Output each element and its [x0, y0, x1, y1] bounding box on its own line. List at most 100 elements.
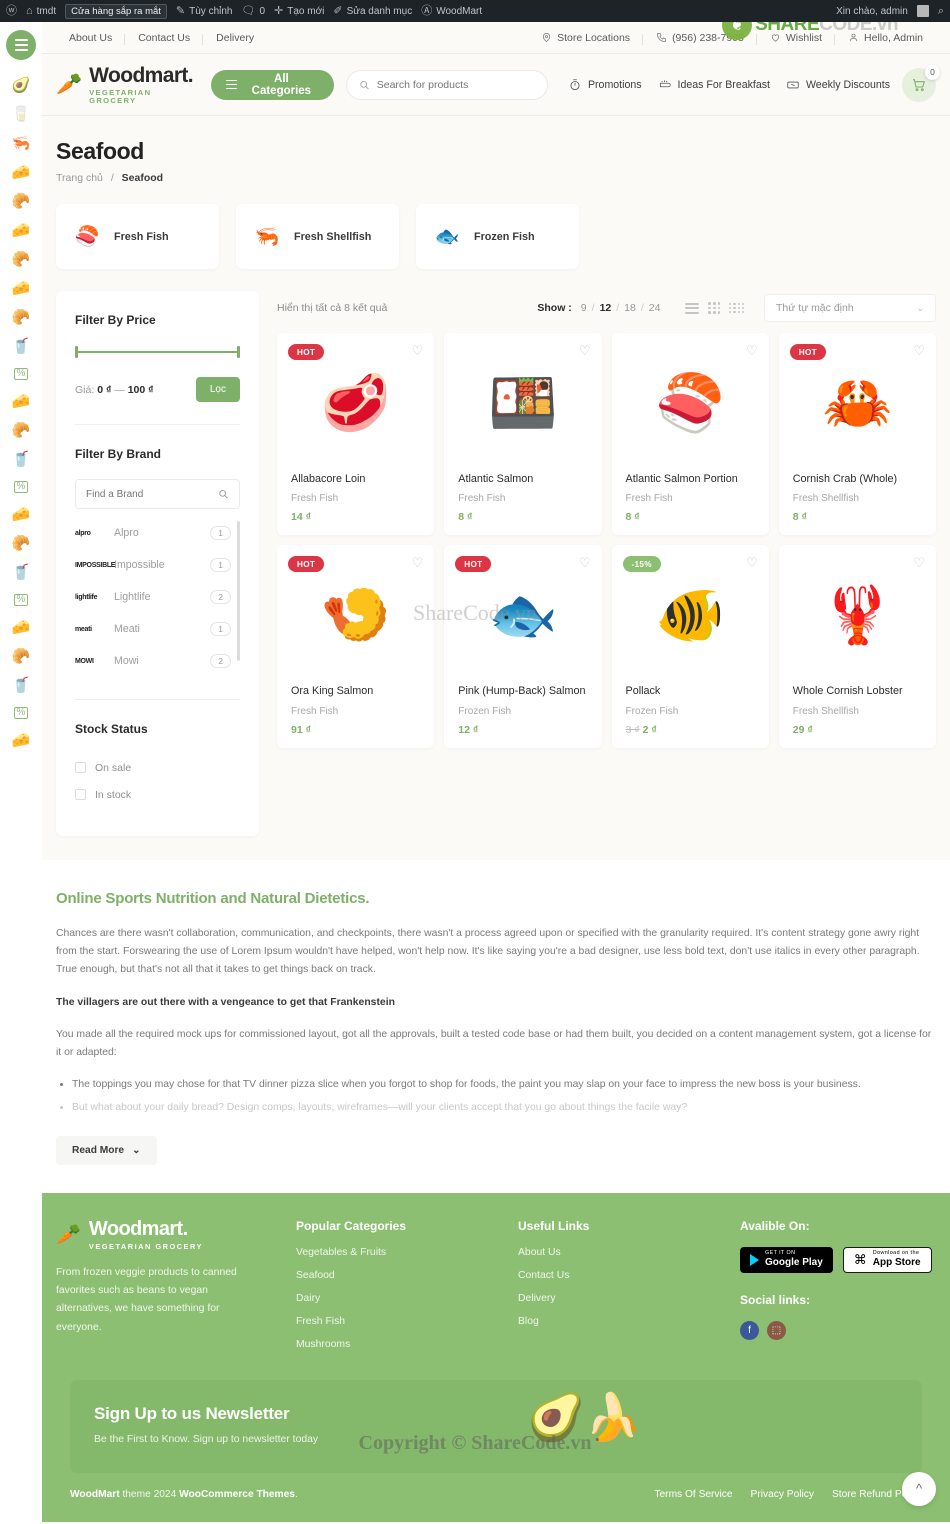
- product-name[interactable]: Pink (Hump-Back) Salmon: [458, 685, 587, 698]
- subcategory-fresh-shellfish[interactable]: 🦐 Fresh Shellfish: [236, 204, 399, 269]
- wishlist-heart-icon[interactable]: ♡: [412, 555, 424, 571]
- price-slider-min-handle[interactable]: [75, 346, 78, 358]
- topbar-link-contact-us[interactable]: Contact Us: [125, 32, 204, 45]
- wishlist-link[interactable]: Wishlist: [757, 32, 836, 45]
- checkbox-icon[interactable]: [75, 762, 86, 773]
- croissant-icon[interactable]: 🥐: [12, 649, 31, 664]
- product-category[interactable]: Frozen Fish: [626, 706, 755, 717]
- nav-weekly-discounts[interactable]: Weekly Discounts: [786, 78, 890, 92]
- cheese-icon[interactable]: 🧀: [12, 223, 31, 238]
- brand-list[interactable]: alpro Alpro 1 IMPOSSIBLE Impossible 1 li…: [75, 517, 240, 677]
- sale-tag-icon[interactable]: %: [13, 481, 29, 493]
- admin-bar-search-icon[interactable]: ⌕: [938, 5, 944, 17]
- wishlist-heart-icon[interactable]: ♡: [913, 555, 925, 571]
- brand-item-lightlife[interactable]: lightlife Lightlife 2: [75, 581, 240, 613]
- product-name[interactable]: Atlantic Salmon Portion: [626, 473, 755, 486]
- avocado-icon[interactable]: 🥑: [12, 78, 31, 93]
- product-name[interactable]: Ora King Salmon: [291, 685, 420, 698]
- wishlist-heart-icon[interactable]: ♡: [579, 555, 591, 571]
- site-logo[interactable]: 🥕 Woodmart. VEGETARIAN GROCERY: [56, 65, 199, 104]
- product-card[interactable]: HOT ♡ 🍤 Ora King Salmon Fresh Fish 91 ₫: [277, 545, 435, 748]
- product-card[interactable]: -15% ♡ 🐠 Pollack Frozen Fish 3 ₫ 2 ₫: [611, 545, 769, 748]
- product-name[interactable]: Cornish Crab (Whole): [793, 473, 922, 486]
- show-option-24[interactable]: 24: [644, 302, 666, 314]
- product-category[interactable]: Fresh Shellfish: [793, 706, 922, 717]
- footer-privacy-policy[interactable]: Privacy Policy: [751, 1489, 814, 1500]
- price-slider-max-handle[interactable]: [237, 346, 240, 358]
- admin-bar-site[interactable]: ⌂ tmdt: [26, 5, 56, 17]
- search-input[interactable]: [376, 78, 535, 91]
- brand-search-input[interactable]: [86, 488, 213, 500]
- shrimp-icon[interactable]: 🦐: [12, 136, 31, 151]
- admin-bar-theme[interactable]: Ⓐ WoodMart: [421, 5, 482, 17]
- cheese-icon[interactable]: 🧀: [12, 281, 31, 296]
- topbar-link-about-us[interactable]: About Us: [56, 32, 126, 45]
- product-name[interactable]: Whole Cornish Lobster: [793, 685, 922, 698]
- admin-bar-customize[interactable]: ✎ Tùy chỉnh: [176, 5, 233, 17]
- brand-item-mowi[interactable]: MOWI Mowi 2: [75, 645, 240, 677]
- breadcrumb-home[interactable]: Trang chủ: [56, 172, 103, 184]
- price-range-slider[interactable]: [75, 345, 240, 359]
- product-category[interactable]: Frozen Fish: [458, 706, 587, 717]
- store-locations-link[interactable]: Store Locations: [528, 32, 644, 45]
- cart-widget[interactable]: 0: [902, 64, 940, 102]
- instagram-icon[interactable]: ⬚: [767, 1320, 786, 1340]
- cheese-icon[interactable]: 🧀: [12, 733, 31, 748]
- product-card[interactable]: ♡ 🍣 Atlantic Salmon Portion Fresh Fish 8…: [611, 333, 769, 536]
- all-categories-button[interactable]: All Categories: [210, 69, 334, 100]
- coming-soon-pill[interactable]: Cửa hàng sắp ra mắt: [65, 3, 167, 19]
- product-card[interactable]: ♡ 🦞 Whole Cornish Lobster Fresh Shellfis…: [778, 545, 936, 748]
- footer-link-contact-us[interactable]: Contact Us: [518, 1270, 740, 1281]
- hamburger-menu-icon[interactable]: [6, 30, 36, 60]
- footer-logo[interactable]: 🥕 Woodmart. VEGETARIAN GROCERY: [56, 1219, 296, 1250]
- admin-avatar[interactable]: [916, 5, 929, 17]
- croissant-icon[interactable]: 🥐: [12, 536, 31, 551]
- product-name[interactable]: Allabacore Loin: [291, 473, 420, 486]
- wishlist-heart-icon[interactable]: ♡: [913, 343, 925, 359]
- product-category[interactable]: Fresh Fish: [291, 706, 420, 717]
- read-more-button[interactable]: Read More ⌄: [56, 1135, 157, 1165]
- croissant-icon[interactable]: 🥐: [12, 252, 31, 267]
- wishlist-heart-icon[interactable]: ♡: [579, 343, 591, 359]
- footer-link-mushrooms[interactable]: Mushrooms: [296, 1339, 518, 1350]
- croissant-icon[interactable]: 🥐: [12, 194, 31, 209]
- drink-icon[interactable]: 🥤: [12, 452, 31, 467]
- apply-price-filter-button[interactable]: Lọc: [195, 377, 240, 402]
- brand-search-box[interactable]: [75, 479, 240, 509]
- show-option-18[interactable]: 18: [619, 302, 641, 314]
- footer-terms-of-service[interactable]: Terms Of Service: [654, 1489, 732, 1500]
- stock-filter-on-sale[interactable]: On sale: [75, 754, 240, 781]
- product-category[interactable]: Fresh Fish: [458, 493, 587, 504]
- account-link[interactable]: Hello, Admin: [835, 32, 936, 44]
- topbar-link-delivery[interactable]: Delivery: [203, 32, 267, 44]
- cheese-icon[interactable]: 🧀: [12, 165, 31, 180]
- search-box[interactable]: [345, 69, 548, 100]
- drink-icon[interactable]: 🥤: [12, 678, 31, 693]
- wishlist-heart-icon[interactable]: ♡: [746, 555, 758, 571]
- wp-logo-icon[interactable]: ⓦ: [6, 5, 17, 17]
- milk-icon[interactable]: 🥛: [12, 107, 31, 122]
- brand-item-impossible[interactable]: IMPOSSIBLE Impossible 1: [75, 549, 240, 581]
- subcategory-frozen-fish[interactable]: 🐟 Frozen Fish: [416, 204, 579, 269]
- checkbox-icon[interactable]: [75, 789, 86, 800]
- wishlist-heart-icon[interactable]: ♡: [746, 343, 758, 359]
- product-card[interactable]: ♡ 🍱 Atlantic Salmon Fresh Fish 8 ₫: [444, 333, 602, 536]
- footer-link-about-us[interactable]: About Us: [518, 1247, 740, 1258]
- scroll-to-top-icon[interactable]: ^: [902, 1471, 936, 1506]
- product-category[interactable]: Fresh Fish: [291, 493, 420, 504]
- cheese-icon[interactable]: 🧀: [12, 507, 31, 522]
- sale-tag-icon[interactable]: %: [13, 594, 29, 606]
- croissant-icon[interactable]: 🥐: [12, 423, 31, 438]
- show-option-9[interactable]: 9: [576, 302, 592, 314]
- sale-tag-icon[interactable]: %: [13, 707, 29, 719]
- sort-select[interactable]: Thứ tự mặc định ⌄: [764, 294, 936, 322]
- footer-copy-strong2[interactable]: WooCommerce Themes: [179, 1489, 295, 1500]
- subcategory-fresh-fish[interactable]: 🍣 Fresh Fish: [56, 204, 219, 269]
- product-card[interactable]: HOT ♡ 🦀 Cornish Crab (Whole) Fresh Shell…: [778, 333, 936, 536]
- footer-link-vegetables-fruits[interactable]: Vegetables & Fruits: [296, 1247, 518, 1258]
- product-card[interactable]: HOT ♡ 🐟 Pink (Hump-Back) Salmon Frozen F…: [444, 545, 602, 748]
- grid-4-view-icon[interactable]: [729, 302, 744, 314]
- drink-icon[interactable]: 🥤: [12, 339, 31, 354]
- wishlist-heart-icon[interactable]: ♡: [412, 343, 424, 359]
- nav-ideas-for-breakfast[interactable]: Ideas For Breakfast: [658, 78, 770, 92]
